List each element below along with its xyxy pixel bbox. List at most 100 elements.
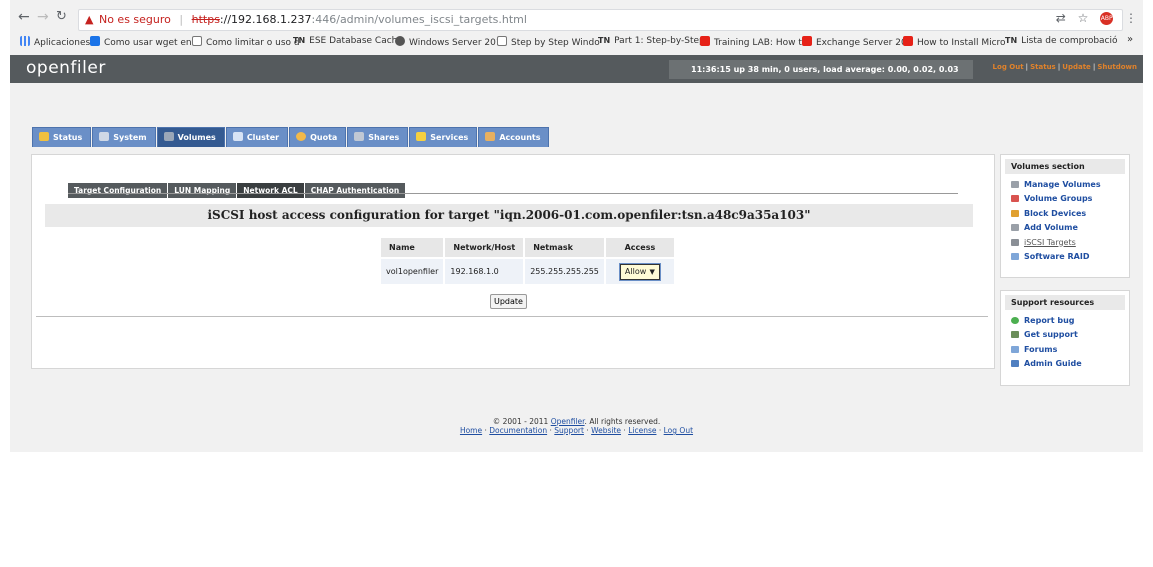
- menu-icon[interactable]: ⋮: [1125, 11, 1137, 25]
- footer-link-support[interactable]: Support: [554, 426, 584, 435]
- tab-volumes[interactable]: Volumes: [156, 127, 225, 147]
- column-header-name: Name: [381, 238, 446, 258]
- footer-link-documentation[interactable]: Documentation: [489, 426, 547, 435]
- sidebar-item-software-raid[interactable]: Software RAID: [1005, 252, 1125, 266]
- youtube-icon: [903, 36, 913, 46]
- subtab-network-acl[interactable]: Network ACL: [237, 183, 304, 198]
- guide-icon: [1011, 360, 1019, 368]
- subtab-chap-authentication[interactable]: CHAP Authentication: [304, 183, 406, 198]
- bookmark-item[interactable]: How to Install Micro: [903, 36, 1006, 48]
- footer-link-website[interactable]: Website: [591, 426, 621, 435]
- column-header-network: Network/Host: [444, 238, 526, 258]
- youtube-icon: [802, 36, 812, 46]
- page-icon: [497, 36, 507, 46]
- access-select[interactable]: Allow ▼: [618, 262, 661, 281]
- sidebar-item-forums[interactable]: Forums: [1005, 345, 1125, 359]
- uptime-status: 11:36:15 up 38 min, 0 users, load averag…: [669, 60, 973, 79]
- tab-status[interactable]: Status: [32, 127, 92, 147]
- subtab-target-configuration[interactable]: Target Configuration: [68, 183, 168, 198]
- bookmark-item[interactable]: TN ESE Database Cache: [293, 36, 403, 46]
- volumes-icon: [163, 132, 174, 141]
- tab-quota[interactable]: Quota: [289, 127, 347, 147]
- disk-icon: [1011, 181, 1019, 188]
- tab-system[interactable]: System: [92, 127, 156, 147]
- bookmark-item[interactable]: TN Part 1: Step-by-Step: [598, 36, 705, 46]
- footer-link-home[interactable]: Home: [460, 426, 482, 435]
- bookmark-item[interactable]: Training LAB: How to: [700, 36, 807, 48]
- app-header: openfiler 11:36:15 up 38 min, 0 users, l…: [10, 55, 1143, 83]
- translate-icon[interactable]: ⇄: [1056, 11, 1066, 25]
- bookmark-apps[interactable]: Aplicaciones: [20, 36, 90, 48]
- browser-toolbar: ← → ↻ ▲ No es seguro | https://192.168.1…: [10, 0, 1143, 34]
- acl-table: Name Network/Host Netmask Access vol1ope…: [381, 238, 676, 284]
- sidebar-item-get-support[interactable]: Get support: [1005, 330, 1125, 344]
- cluster-icon: [232, 132, 243, 141]
- bookmark-item[interactable]: Exchange Server 201: [802, 36, 912, 48]
- status-icon: [39, 132, 49, 141]
- subtab-lun-mapping[interactable]: LUN Mapping: [168, 183, 237, 198]
- cell-name: vol1openfiler: [381, 257, 446, 284]
- update-link[interactable]: Update: [1062, 63, 1091, 71]
- shares-icon: [354, 132, 365, 141]
- warning-icon: ▲: [85, 13, 94, 26]
- tab-shares[interactable]: Shares: [347, 127, 409, 147]
- sidebar-item-volume-groups[interactable]: Volume Groups: [1005, 194, 1125, 208]
- update-button[interactable]: Update: [490, 294, 527, 309]
- adblock-icon[interactable]: ABP: [1100, 12, 1114, 25]
- copyright: © 2001 - 2011 Openfiler. All rights rese…: [492, 417, 661, 426]
- page-footer: © 2001 - 2011 Openfiler. All rights rese…: [10, 417, 1143, 435]
- footer-link-logout[interactable]: Log Out: [664, 426, 693, 435]
- star-icon[interactable]: ☆: [1078, 11, 1089, 25]
- volume-groups-icon: [1011, 195, 1019, 203]
- youtube-icon: [700, 36, 710, 46]
- bookmark-favicon-icon: [90, 36, 100, 46]
- dropdown-arrow-icon: ▼: [649, 267, 655, 276]
- sidebar-item-add-volume[interactable]: Add Volume: [1005, 223, 1125, 237]
- address-bar[interactable]: ▲ No es seguro | https://192.168.1.237:4…: [78, 9, 1123, 31]
- bookmark-item[interactable]: Windows Server 2012: [395, 36, 507, 48]
- bookmark-item[interactable]: Como limitar o uso d: [192, 36, 300, 48]
- reload-icon[interactable]: ↻: [56, 9, 67, 24]
- url-scheme: https: [191, 13, 220, 26]
- bookmark-item[interactable]: Step by Step Windo: [497, 36, 600, 48]
- sidebar-item-admin-guide[interactable]: Admin Guide: [1005, 359, 1125, 373]
- top-links: Log Out | Status | Update | Shutdown: [992, 63, 1137, 71]
- tab-services[interactable]: Services: [409, 127, 478, 147]
- logout-link[interactable]: Log Out: [993, 63, 1024, 71]
- table-header-row: Name Network/Host Netmask Access: [381, 238, 676, 258]
- volumes-section-sidebar: Volumes section Manage Volumes Volume Gr…: [1000, 154, 1130, 278]
- sidebar-item-block-devices[interactable]: Block Devices: [1005, 209, 1125, 223]
- subtab-divider: [68, 193, 958, 194]
- browser-window: ← → ↻ ▲ No es seguro | https://192.168.1…: [10, 0, 1143, 452]
- tab-cluster[interactable]: Cluster: [225, 127, 289, 147]
- bookmark-item[interactable]: TN Lista de comprobació: [1005, 36, 1118, 46]
- sidebar-item-manage-volumes[interactable]: Manage Volumes: [1005, 180, 1125, 194]
- sidebar-item-report-bug[interactable]: Report bug: [1005, 316, 1125, 330]
- table-row: vol1openfiler 192.168.1.0 255.255.255.25…: [381, 257, 676, 284]
- footer-link-license[interactable]: License: [628, 426, 656, 435]
- content-panel: Target Configuration LUN Mapping Network A…: [31, 154, 995, 369]
- url-path: :446/admin/volumes_iscsi_targets.html: [311, 13, 527, 26]
- forums-icon: [1011, 345, 1019, 353]
- iscsi-subtabs: Target Configuration LUN Mapping Network A…: [68, 178, 406, 198]
- footer-link-openfiler[interactable]: Openfiler: [551, 417, 585, 426]
- bookmarks-more-button[interactable]: »: [1127, 34, 1133, 45]
- page-title: iSCSI host access configuration for targ…: [45, 204, 973, 227]
- support-resources-sidebar: Support resources Report bug Get support…: [1000, 290, 1130, 386]
- back-arrow-icon[interactable]: ←: [18, 9, 30, 25]
- forward-arrow-icon[interactable]: →: [37, 9, 49, 25]
- status-link[interactable]: Status: [1030, 63, 1056, 71]
- accounts-icon: [485, 132, 496, 141]
- bookmark-item[interactable]: Como usar wget en \: [90, 36, 198, 48]
- tab-accounts[interactable]: Accounts: [478, 127, 550, 147]
- cell-netmask: 255.255.255.255: [524, 257, 606, 284]
- add-volume-icon: [1011, 224, 1019, 232]
- content-divider: [36, 316, 988, 317]
- services-icon: [416, 132, 427, 141]
- wordpress-icon: [395, 36, 405, 46]
- footer-links: Home · Documentation · Support · Website…: [459, 426, 694, 435]
- quota-icon: [296, 132, 307, 141]
- sidebar-item-iscsi-targets[interactable]: iSCSI Targets: [1005, 238, 1125, 252]
- apps-grid-icon: [20, 36, 30, 46]
- shutdown-link[interactable]: Shutdown: [1097, 63, 1137, 71]
